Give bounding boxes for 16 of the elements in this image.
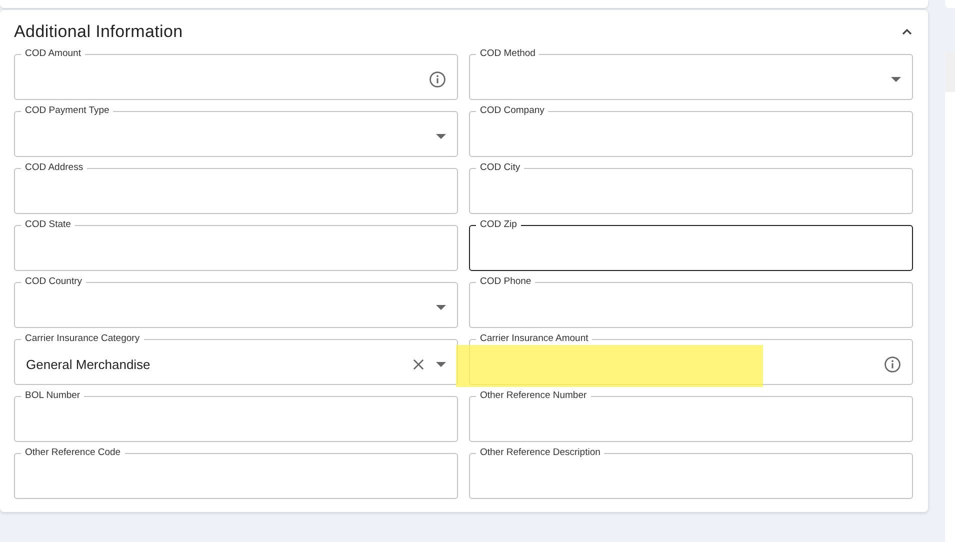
field-label: COD Payment Type xyxy=(21,105,114,117)
section-title: Additional Information xyxy=(14,22,183,42)
field-value: General Merchandise xyxy=(26,356,150,372)
field-label: COD Zip xyxy=(476,219,521,231)
dropdown-caret-icon[interactable] xyxy=(891,76,901,82)
dropdown-caret-icon[interactable] xyxy=(436,134,446,138)
field-label: COD Country xyxy=(21,276,86,288)
dropdown-caret-icon[interactable] xyxy=(436,362,446,366)
field-label: Carrier Insurance Category xyxy=(21,333,144,345)
info-icon xyxy=(429,70,446,88)
dropdown-caret-icon[interactable] xyxy=(436,304,446,310)
field-label: Other Reference Description xyxy=(476,447,604,459)
field-label: COD City xyxy=(476,162,524,174)
clear-icon[interactable] xyxy=(413,358,424,370)
field-label: COD Company xyxy=(476,105,548,117)
info-icon xyxy=(884,356,901,372)
